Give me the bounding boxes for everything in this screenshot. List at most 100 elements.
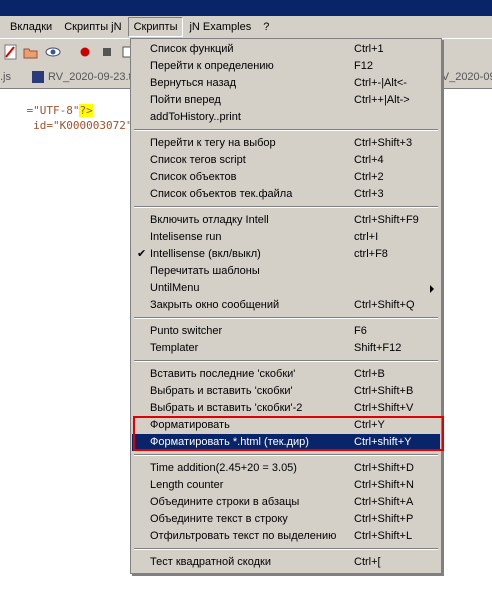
menu-item-label: Объедините текст в строку bbox=[150, 513, 288, 525]
menu-item-file-object-list[interactable]: Список объектов тек.файла Ctrl+3 bbox=[132, 186, 440, 203]
menu-item-label: addToHistory..print bbox=[150, 111, 241, 123]
open-folder-icon[interactable] bbox=[22, 43, 40, 61]
menu-item-shortcut: F12 bbox=[354, 60, 373, 72]
menu-item-label: Вернуться назад bbox=[150, 77, 237, 89]
menu-bar: Вкладки Скрипты jN Скрипты jN Examples ? bbox=[0, 16, 492, 38]
menu-item-label: Закрыть окно сообщений bbox=[150, 299, 280, 311]
scripts-dropdown-menu: Список функций Ctrl+1 Перейти к определен… bbox=[130, 38, 442, 574]
stop-icon[interactable] bbox=[98, 43, 116, 61]
menu-vkladki[interactable]: Вкладки bbox=[4, 17, 58, 37]
menu-item-label: Список объектов тек.файла bbox=[150, 188, 293, 200]
menu-item-square-bracket-test[interactable]: Тест квадратной скодки Ctrl+[ bbox=[132, 554, 440, 571]
tab-rv-file[interactable]: RV_2020-09-23.t bbox=[48, 69, 132, 86]
menu-item-until-menu[interactable]: UntilMenu bbox=[132, 280, 440, 297]
checkmark-icon: ✔ bbox=[137, 248, 147, 260]
record-icon[interactable] bbox=[76, 43, 94, 61]
menu-item-label: Список функций bbox=[150, 43, 234, 55]
menu-item-shortcut: Ctrl+Shift+D bbox=[354, 462, 414, 474]
menu-item-shortcut: Ctrl+Shift+P bbox=[354, 513, 414, 525]
menu-item-label: Список объектов bbox=[150, 171, 237, 183]
menu-item-label: Тест квадратной скодки bbox=[150, 556, 271, 568]
menu-item-label: Перейти к тегу на выбор bbox=[150, 137, 276, 149]
menu-item-reread-templates[interactable]: Перечитать шаблоны bbox=[132, 263, 440, 280]
menu-scripts-jn[interactable]: Скрипты jN bbox=[58, 17, 127, 37]
menu-item-insert-last-brackets[interactable]: Вставить последние 'скобки' Ctrl+B bbox=[132, 366, 440, 383]
menu-item-go-back[interactable]: Вернуться назад Ctrl+-|Alt<- bbox=[132, 75, 440, 92]
tab-rv-file-2[interactable]: RV_2020-09 bbox=[434, 69, 492, 86]
eye-icon[interactable] bbox=[44, 43, 62, 61]
menu-item-length-counter[interactable]: Length counter Ctrl+Shift+N bbox=[132, 477, 440, 494]
title-bar bbox=[0, 0, 492, 16]
menu-item-shortcut: Ctrl+4 bbox=[354, 154, 384, 166]
menu-item-join-paragraphs[interactable]: Объедините строки в абзацы Ctrl+Shift+A bbox=[132, 494, 440, 511]
menu-item-join-line[interactable]: Объедините текст в строку Ctrl+Shift+P bbox=[132, 511, 440, 528]
menu-item-punto-switcher[interactable]: Punto switcher F6 bbox=[132, 323, 440, 340]
menu-item-label: Список тегов script bbox=[150, 154, 246, 166]
menu-item-shortcut: ctrl+F8 bbox=[354, 248, 388, 260]
menu-item-shortcut: Ctrl+B bbox=[354, 368, 385, 380]
menu-item-label: Length counter bbox=[150, 479, 224, 491]
menu-item-shortcut: Ctrl+2 bbox=[354, 171, 384, 183]
menu-item-shortcut: Ctrl+Shift+B bbox=[354, 385, 414, 397]
menu-item-shortcut: Ctrl+Shift+N bbox=[354, 479, 414, 491]
menu-item-label: Intelisense run bbox=[150, 231, 222, 243]
menu-item-label: Пойти вперед bbox=[150, 94, 221, 106]
menu-item-shortcut: Ctrl+Shift+F9 bbox=[354, 214, 419, 226]
menu-scripts[interactable]: Скрипты bbox=[127, 17, 184, 37]
menu-item-intellisense-toggle[interactable]: ✔ Intellisense (вкл/выкл) ctrl+F8 bbox=[132, 246, 440, 263]
menu-item-function-list[interactable]: Список функций Ctrl+1 bbox=[132, 41, 440, 58]
menu-item-label: Punto switcher bbox=[150, 325, 223, 337]
menu-item-label: Intellisense (вкл/выкл) bbox=[150, 248, 261, 260]
menu-item-templater[interactable]: Templater Shift+F12 bbox=[132, 340, 440, 357]
menu-item-label: Включить отладку Intell bbox=[150, 214, 269, 226]
menu-item-label: Выбрать и вставить 'скобки' bbox=[150, 385, 293, 397]
menu-item-script-tags[interactable]: Список тегов script Ctrl+4 bbox=[132, 152, 440, 169]
menu-separator bbox=[134, 317, 438, 319]
tab-js[interactable]: .js bbox=[0, 69, 11, 86]
menu-item-shortcut: F6 bbox=[354, 325, 367, 337]
menu-item-label: Перечитать шаблоны bbox=[150, 265, 260, 277]
menu-help[interactable]: ? bbox=[257, 17, 275, 37]
menu-item-shortcut: Ctrl+1 bbox=[354, 43, 384, 55]
floppy-icon bbox=[32, 71, 44, 83]
menu-item-label: Templater bbox=[150, 342, 199, 354]
menu-item-close-messages[interactable]: Закрыть окно сообщений Ctrl+Shift+Q bbox=[132, 297, 440, 314]
menu-item-shortcut: ctrl+I bbox=[354, 231, 379, 243]
menu-item-intelisense-run[interactable]: Intelisense run ctrl+I bbox=[132, 229, 440, 246]
menu-item-choose-insert-brackets-2[interactable]: Выбрать и вставить 'скобки'-2 Ctrl+Shift+… bbox=[132, 400, 440, 417]
menu-item-goto-tag[interactable]: Перейти к тегу на выбор Ctrl+Shift+3 bbox=[132, 135, 440, 152]
menu-item-label: Time addition(2.45+20 = 3.05) bbox=[150, 462, 297, 474]
menu-item-object-list[interactable]: Список объектов Ctrl+2 bbox=[132, 169, 440, 186]
menu-item-add-to-history[interactable]: addToHistory..print bbox=[132, 109, 440, 126]
menu-item-label: Выбрать и вставить 'скобки'-2 bbox=[150, 402, 303, 414]
menu-item-shortcut: Ctrl+[ bbox=[354, 556, 381, 568]
menu-item-label: Объедините строки в абзацы bbox=[150, 496, 300, 508]
menu-item-goto-definition[interactable]: Перейти к определению F12 bbox=[132, 58, 440, 75]
menu-item-enable-intell-debug[interactable]: Включить отладку Intell Ctrl+Shift+F9 bbox=[132, 212, 440, 229]
menu-item-shortcut: Ctrl+Shift+A bbox=[354, 496, 414, 508]
submenu-arrow-icon bbox=[430, 285, 434, 293]
menu-jn-examples[interactable]: jN Examples bbox=[183, 17, 257, 37]
menu-item-filter-by-selection[interactable]: Отфильтровать текст по выделению Ctrl+Shi… bbox=[132, 528, 440, 545]
menu-item-label: Вставить последние 'скобки' bbox=[150, 368, 296, 380]
menu-item-choose-insert-brackets[interactable]: Выбрать и вставить 'скобки' Ctrl+Shift+B bbox=[132, 383, 440, 400]
menu-item-label: UntilMenu bbox=[150, 282, 200, 294]
menu-item-shortcut: Ctrl++|Alt-> bbox=[354, 94, 410, 106]
menu-separator bbox=[134, 548, 438, 550]
menu-item-shortcut: Ctrl+Shift+3 bbox=[354, 137, 413, 149]
menu-item-label: Отфильтровать текст по выделению bbox=[150, 530, 337, 542]
menu-item-shortcut: Ctrl+3 bbox=[354, 188, 384, 200]
menu-item-shortcut: Ctrl+-|Alt<- bbox=[354, 77, 407, 89]
menu-item-go-forward[interactable]: Пойти вперед Ctrl++|Alt-> bbox=[132, 92, 440, 109]
menu-separator bbox=[134, 206, 438, 208]
highlight-annotation-box bbox=[133, 416, 444, 451]
menu-item-shortcut: Ctrl+Shift+L bbox=[354, 530, 413, 542]
menu-item-shortcut: Shift+F12 bbox=[354, 342, 402, 354]
menu-item-time-addition[interactable]: Time addition(2.45+20 = 3.05) Ctrl+Shift+… bbox=[132, 460, 440, 477]
menu-separator bbox=[134, 129, 438, 131]
script-icon[interactable] bbox=[2, 43, 20, 61]
menu-item-label: Перейти к определению bbox=[150, 60, 274, 72]
menu-item-shortcut: Ctrl+Shift+Q bbox=[354, 299, 415, 311]
code-text: id="K000003072" bbox=[26, 119, 133, 132]
code-line-2: id="K000003072" bbox=[0, 106, 132, 145]
